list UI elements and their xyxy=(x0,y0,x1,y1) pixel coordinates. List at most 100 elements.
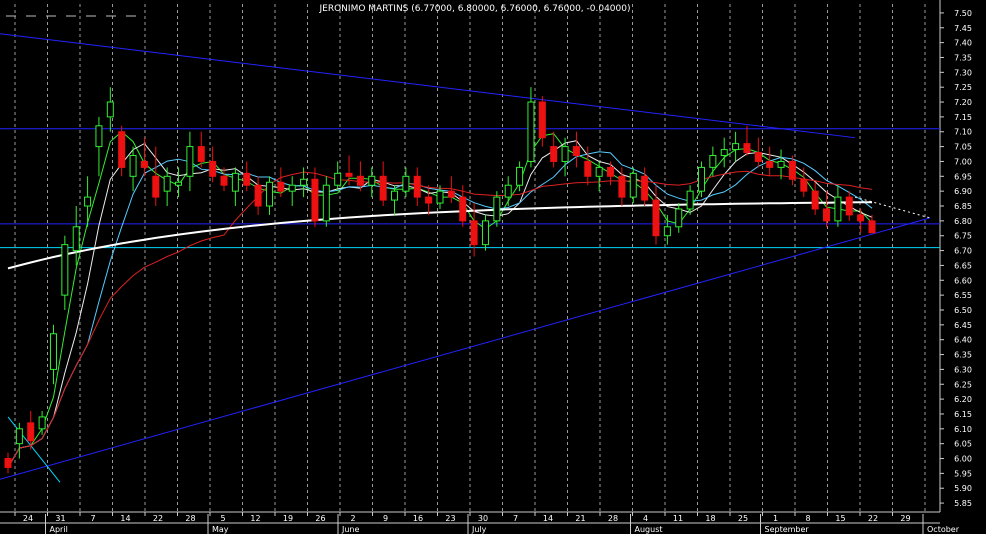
x-tick-label: 7 xyxy=(513,514,518,523)
y-tick-label: 7.10 xyxy=(954,128,972,137)
upper-trend-line xyxy=(0,33,856,139)
candle-body xyxy=(481,220,489,246)
candle-body xyxy=(607,166,615,177)
x-tick-label: 25 xyxy=(738,514,748,523)
x-tick-label: 23 xyxy=(445,514,455,523)
candle-body xyxy=(129,155,137,177)
candlestick-chart: 7.50 7.45 7.40 7.35 7.30 7.25 7.20 7.15 7.10 7.05… xyxy=(0,0,972,534)
y-tick-label: 6.80 xyxy=(954,217,972,226)
candle-body xyxy=(550,146,558,162)
candle-body xyxy=(572,146,580,157)
ma-green-line xyxy=(7,131,873,468)
candle-body xyxy=(15,428,23,445)
month-label: September xyxy=(765,525,810,534)
y-tick-label: 7.35 xyxy=(954,53,972,62)
x-tick-label: 16 xyxy=(413,514,423,523)
y-tick-label: 6.55 xyxy=(954,291,972,300)
candle-body xyxy=(538,101,546,139)
candle-body xyxy=(140,160,148,168)
x-tick-label: 31 xyxy=(55,514,65,523)
y-tick-label: 6.60 xyxy=(954,276,972,285)
candle-body xyxy=(766,160,774,168)
y-tick-label: 7.30 xyxy=(954,68,972,77)
chart-window: 7.50 7.45 7.40 7.35 7.30 7.25 7.20 7.15 7.10 7.05… xyxy=(0,0,986,534)
candle-body xyxy=(857,214,865,222)
candle-body xyxy=(641,175,649,201)
y-tick-label: 6.30 xyxy=(954,365,972,374)
x-tick-label: 15 xyxy=(835,514,845,523)
candle-body xyxy=(743,143,751,154)
y-tick-label: 7.15 xyxy=(954,113,972,122)
candle-body xyxy=(459,196,467,222)
horizontal-levels xyxy=(0,128,940,249)
candle-body xyxy=(504,184,512,198)
x-tick-label: 26 xyxy=(315,514,325,523)
y-tick-label: 6.65 xyxy=(954,261,972,270)
y-tick-label: 5.85 xyxy=(954,499,972,508)
y-tick-label: 7.00 xyxy=(954,157,972,166)
y-tick-label: 6.15 xyxy=(954,410,972,419)
candle-body xyxy=(38,416,46,430)
y-tick-label: 6.50 xyxy=(954,306,972,315)
candle-body xyxy=(732,143,740,151)
y-tick-label: 5.95 xyxy=(954,469,972,478)
trend-lines xyxy=(0,33,931,483)
candle-body xyxy=(868,220,876,234)
chart-title: JERONIMO MARTINS (6.77000, 6.80000, 6.76… xyxy=(319,4,631,14)
candle-body xyxy=(4,458,12,468)
month-label: August xyxy=(635,525,663,534)
candles xyxy=(4,87,876,474)
x-tick-label: 1 xyxy=(773,514,778,523)
candle-body xyxy=(800,178,808,192)
candle-body xyxy=(197,146,205,162)
candle-body xyxy=(49,333,57,370)
candle-body xyxy=(709,155,717,168)
ma-long-white-line xyxy=(7,201,873,270)
candle-body xyxy=(834,196,842,222)
candle-body xyxy=(300,178,308,186)
candle-body xyxy=(288,184,296,192)
y-tick-label: 6.95 xyxy=(954,172,972,181)
candle-body xyxy=(118,131,126,168)
month-label: June xyxy=(341,525,360,534)
candle-body xyxy=(277,181,285,192)
candle-body xyxy=(823,208,831,222)
candle-body xyxy=(254,184,262,207)
x-tick-label: 14 xyxy=(120,514,130,523)
candle-body xyxy=(334,172,342,186)
candle-body xyxy=(493,196,501,222)
candle-body xyxy=(720,149,728,157)
month-label: April xyxy=(50,525,68,534)
candle-body xyxy=(391,190,399,201)
y-tick-label: 6.90 xyxy=(954,187,972,196)
candle-body xyxy=(425,196,433,204)
x-tick-label: 14 xyxy=(543,514,553,523)
x-tick-label: 28 xyxy=(608,514,618,523)
candle-body xyxy=(402,175,410,192)
y-tick-label: 6.85 xyxy=(954,202,972,211)
y-tick-label: 6.40 xyxy=(954,336,972,345)
candle-body xyxy=(436,190,444,204)
candle-body xyxy=(61,244,69,296)
y-tick-label: 7.45 xyxy=(954,24,972,33)
x-tick-label: 7 xyxy=(90,514,95,523)
y-tick-label: 7.20 xyxy=(954,98,972,107)
candle-body xyxy=(152,175,160,198)
y-tick-label: 7.25 xyxy=(954,83,972,92)
x-tick-label: 5 xyxy=(220,514,225,523)
candle-body xyxy=(675,208,683,228)
candle-body xyxy=(356,175,364,186)
y-tick-label: 6.75 xyxy=(954,232,972,241)
month-label: May xyxy=(212,525,229,534)
month-label: October xyxy=(927,525,960,534)
candle-body xyxy=(652,199,660,237)
candle-body xyxy=(220,175,228,186)
y-tick-label: 7.05 xyxy=(954,143,972,152)
candle-body xyxy=(84,196,92,207)
candle-body xyxy=(27,422,35,442)
candle-body xyxy=(754,152,762,162)
candle-body xyxy=(379,175,387,201)
month-label: July xyxy=(471,525,487,534)
candle-body xyxy=(663,226,671,237)
y-tick-label: 5.90 xyxy=(954,484,972,493)
